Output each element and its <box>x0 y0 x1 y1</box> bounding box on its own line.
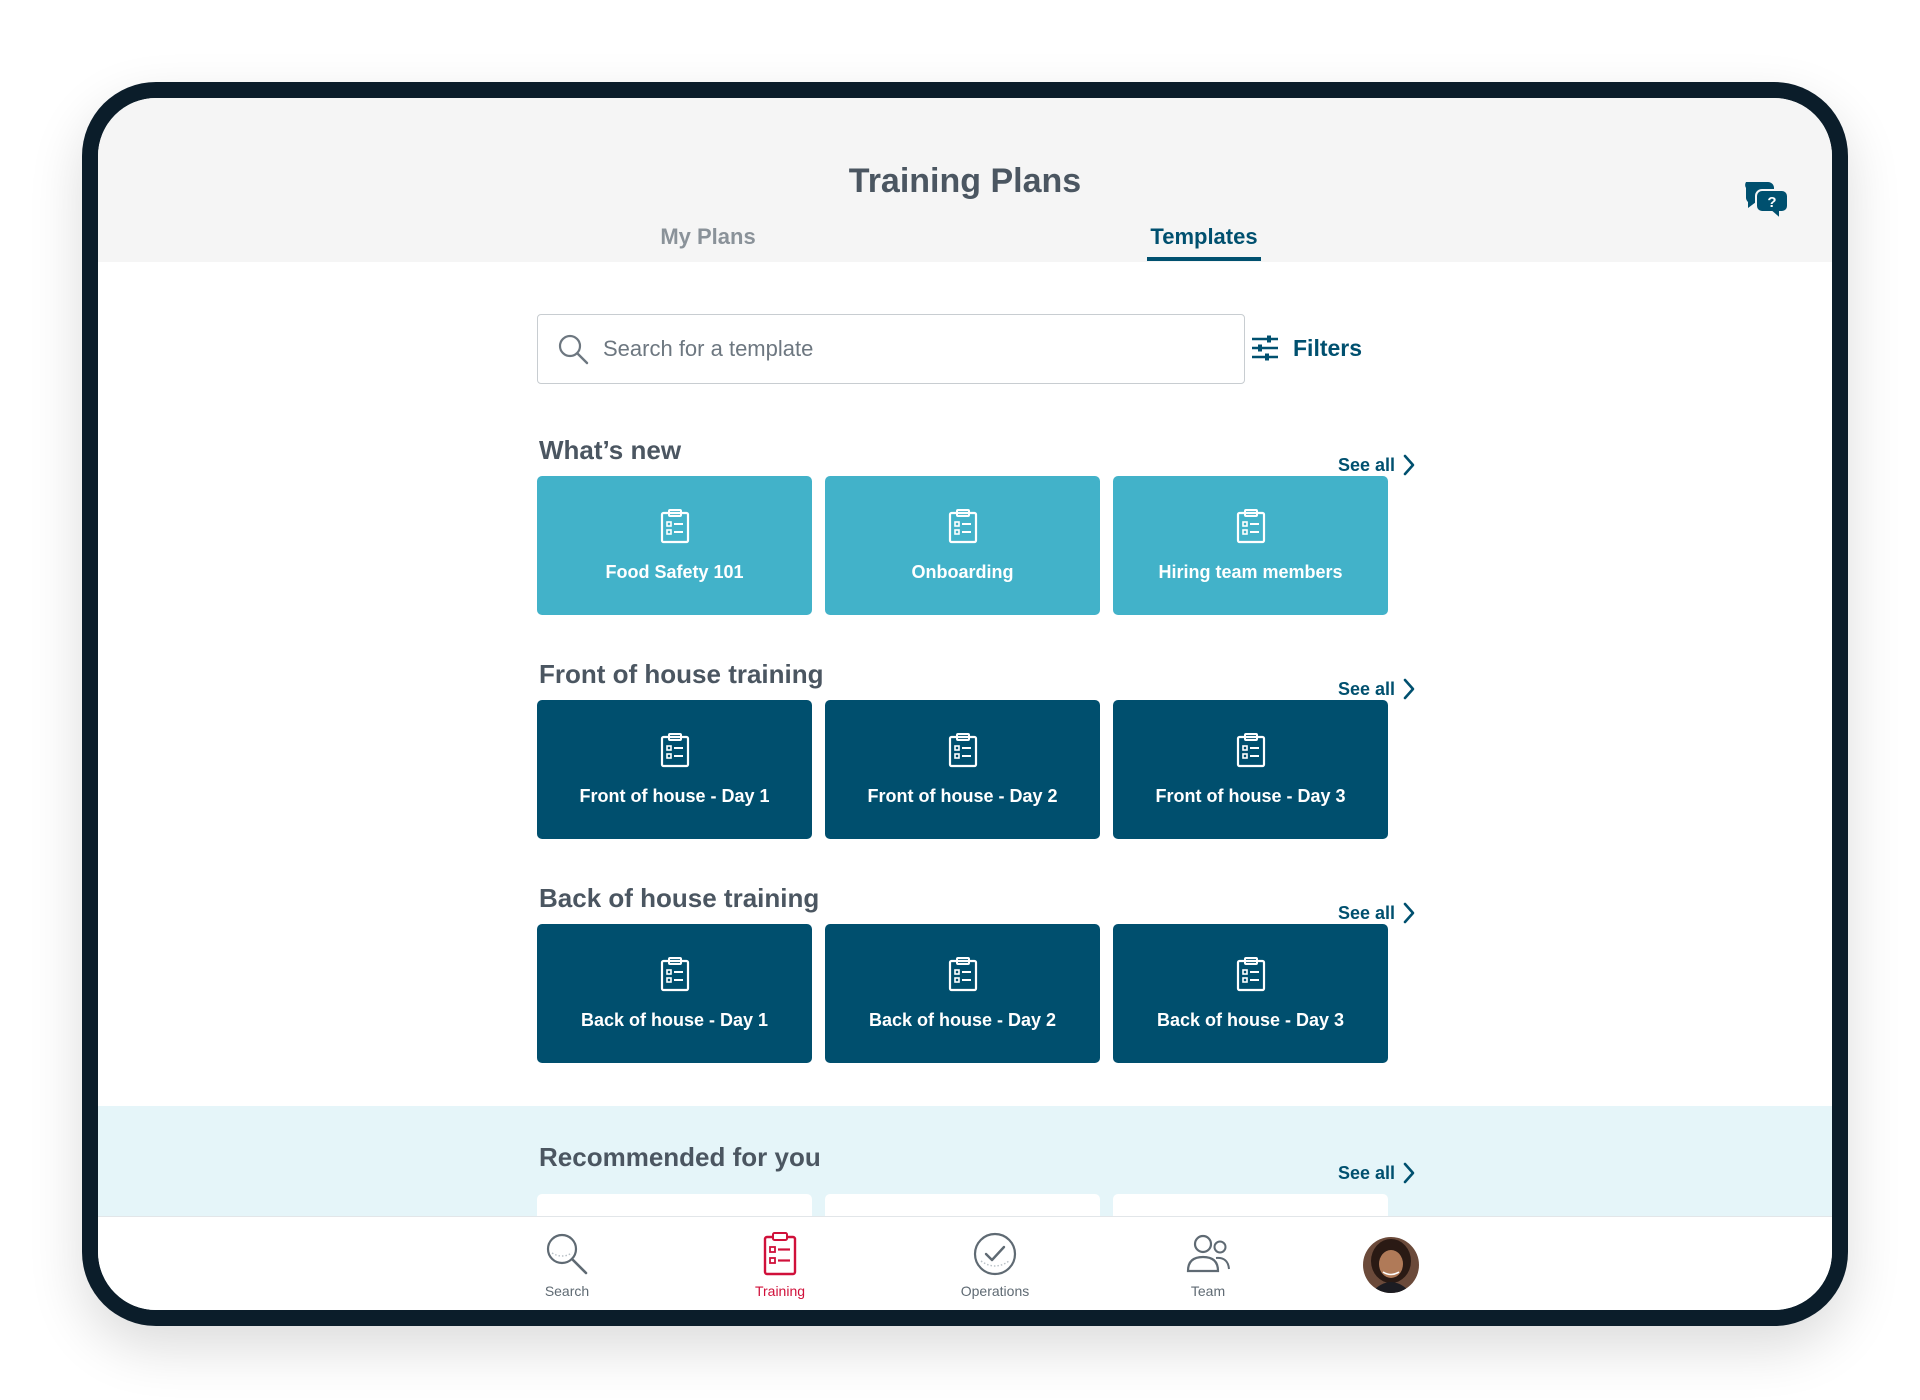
chevron-right-icon <box>1403 454 1415 476</box>
template-card[interactable]: Back of house - Day 1 <box>537 924 812 1063</box>
see-all-label: See all <box>1338 902 1396 923</box>
template-card[interactable]: Back of house - Day 2 <box>825 924 1100 1063</box>
card-row-front-of-house: Front of house - Day 1 Front of house - … <box>537 700 1401 839</box>
card-label: Back of house - Day 2 <box>868 1010 1057 1030</box>
search-icon <box>546 1233 588 1275</box>
clipboard-icon <box>660 509 689 544</box>
chevron-right-icon <box>1403 902 1415 924</box>
template-card[interactable]: Front of house - Day 1 <box>537 700 812 839</box>
section-title-back-of-house: Back of house training <box>539 883 820 913</box>
sliders-icon <box>1252 335 1278 361</box>
filters-button[interactable]: Filters <box>1250 328 1362 368</box>
clipboard-icon <box>948 733 977 768</box>
nav-label: Team <box>1190 1283 1226 1299</box>
see-all-label: See all <box>1338 1162 1396 1183</box>
search-icon <box>558 334 589 365</box>
svg-text:?: ? <box>1767 194 1776 211</box>
header: Training Plans My Plans Templates ? <box>98 98 1832 262</box>
section-title-front-of-house: Front of house training <box>539 659 824 689</box>
clipboard-icon <box>660 733 689 768</box>
tablet-frame: Training Plans My Plans Templates ? Sear… <box>82 82 1848 1326</box>
chevron-right-icon <box>1403 1162 1415 1184</box>
user-avatar[interactable] <box>1363 1237 1419 1293</box>
card-label: Onboarding <box>911 562 1014 582</box>
clipboard-icon <box>1236 733 1265 768</box>
clipboard-icon <box>948 957 977 992</box>
template-card[interactable]: Back of house - Day 3 <box>1113 924 1388 1063</box>
template-card[interactable]: Onboarding <box>825 476 1100 615</box>
template-card[interactable]: Front of house - Day 2 <box>825 700 1100 839</box>
see-all-back-of-house[interactable]: See all <box>1338 902 1415 924</box>
tab-templates[interactable]: Templates <box>1147 224 1261 261</box>
filters-label: Filters <box>1293 334 1363 361</box>
nav-team[interactable]: Team <box>1138 1231 1278 1299</box>
template-card[interactable]: Hiring team members <box>1113 476 1388 615</box>
card-label: Back of house - Day 3 <box>1156 1010 1345 1030</box>
clipboard-icon <box>763 1232 797 1276</box>
card-label: Hiring team members <box>1158 562 1343 582</box>
clipboard-icon <box>948 509 977 544</box>
clipboard-icon <box>1236 509 1265 544</box>
nav-search[interactable]: Search <box>497 1231 637 1299</box>
clipboard-icon <box>1236 957 1265 992</box>
nav-label: Operations <box>960 1283 1030 1299</box>
nav-label: Search <box>544 1283 590 1299</box>
see-all-whats-new[interactable]: See all <box>1338 454 1415 476</box>
checkmark-circle-icon <box>973 1232 1017 1276</box>
tab-my-plans[interactable]: My Plans <box>646 224 770 250</box>
card-row-back-of-house: Back of house - Day 1 Back of house - Da… <box>537 924 1401 1063</box>
search-input[interactable] <box>603 336 1203 362</box>
see-all-label: See all <box>1338 454 1396 475</box>
card-label: Food Safety 101 <box>605 562 744 582</box>
see-all-front-of-house[interactable]: See all <box>1338 678 1415 700</box>
template-card[interactable]: Food Safety 101 <box>537 476 812 615</box>
card-row-whats-new: Food Safety 101 Onboarding Hiring team m… <box>537 476 1401 615</box>
see-all-recommended[interactable]: See all <box>1338 1162 1415 1184</box>
chevron-right-icon <box>1403 678 1415 700</box>
nav-label: Training <box>754 1283 806 1299</box>
clipboard-icon <box>660 957 689 992</box>
page-title: Training Plans <box>848 162 1082 200</box>
card-label: Front of house - Day 2 <box>867 786 1058 806</box>
section-title-recommended: Recommended for you <box>539 1142 821 1172</box>
nav-operations[interactable]: Operations <box>925 1231 1065 1299</box>
app-screen: Training Plans My Plans Templates ? Sear… <box>98 98 1832 1310</box>
team-icon <box>1186 1234 1230 1273</box>
card-label: Front of house - Day 3 <box>1155 786 1346 806</box>
section-title-whats-new: What’s new <box>539 435 682 465</box>
card-label: Back of house - Day 1 <box>580 1010 769 1030</box>
search-field[interactable] <box>537 314 1245 384</box>
chat-help-icon[interactable]: ? <box>1742 178 1790 220</box>
see-all-label: See all <box>1338 678 1396 699</box>
nav-training[interactable]: Training <box>710 1231 850 1299</box>
avatar-image <box>1363 1237 1419 1293</box>
recommended-section: Recommended for you See all <box>98 1106 1832 1226</box>
bottom-nav: Search Training Operations Team <box>98 1216 1832 1310</box>
template-card[interactable]: Front of house - Day 3 <box>1113 700 1388 839</box>
card-label: Front of house - Day 1 <box>579 786 770 806</box>
